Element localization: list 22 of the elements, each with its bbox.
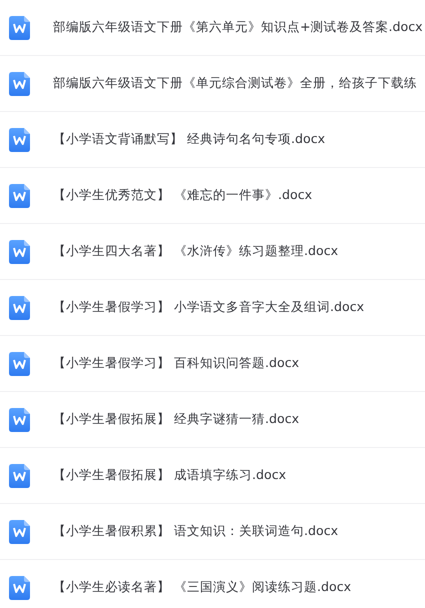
file-name[interactable]: 【小学生暑假拓展】 成语填字练习.docx [53, 467, 286, 484]
word-document-icon [9, 72, 30, 96]
file-name[interactable]: 【小学语文背诵默写】 经典诗句名句专项.docx [53, 131, 326, 148]
file-name[interactable]: 【小学生暑假学习】 小学语文多音字大全及组词.docx [53, 299, 364, 316]
file-name[interactable]: 【小学生必读名著】 《三国演义》阅读练习题.docx [53, 579, 352, 596]
file-name[interactable]: 部编版六年级语文下册《单元综合测试卷》全册，给孩子下载练 [53, 75, 417, 92]
word-document-icon [9, 408, 30, 432]
word-document-icon [9, 16, 30, 40]
word-document-icon [9, 520, 30, 544]
word-document-icon [9, 296, 30, 320]
file-name[interactable]: 【小学生暑假拓展】 经典字谜猜一猜.docx [53, 411, 300, 428]
file-name[interactable]: 【小学生四大名著】 《水浒传》练习题整理.docx [53, 243, 338, 260]
word-document-icon [9, 128, 30, 152]
word-document-icon [9, 576, 30, 600]
word-document-icon [9, 464, 30, 488]
word-document-icon [9, 240, 30, 264]
word-document-icon [9, 352, 30, 376]
file-name[interactable]: 【小学生暑假学习】 百科知识问答题.docx [53, 355, 300, 372]
file-name[interactable]: 【小学生优秀范文】 《难忘的一件事》.docx [53, 187, 312, 204]
file-name[interactable]: 【小学生暑假积累】 语文知识：关联词造句.docx [53, 523, 338, 540]
word-document-icon [9, 184, 30, 208]
file-name[interactable]: 部编版六年级语文下册《第六单元》知识点+测试卷及答案.docx [53, 19, 423, 36]
